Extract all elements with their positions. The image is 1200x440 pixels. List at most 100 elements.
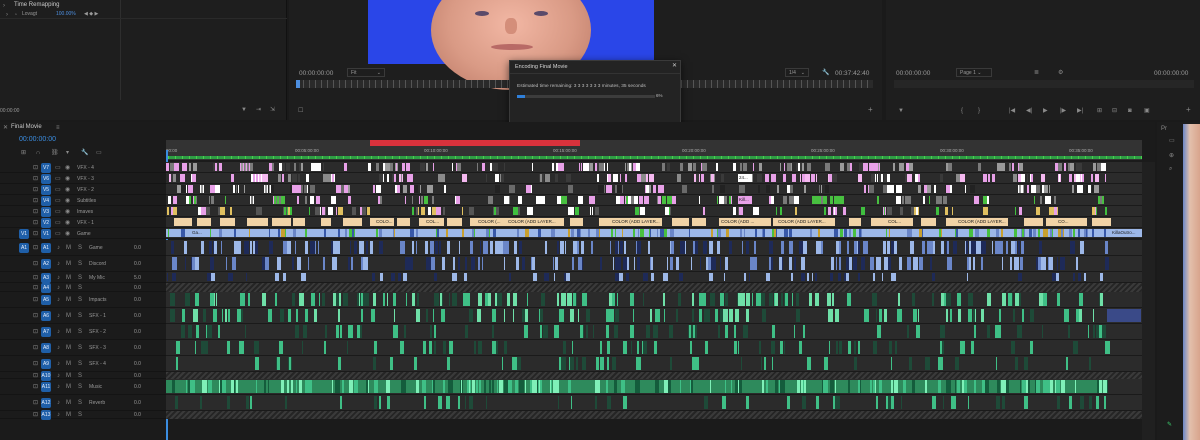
- clip[interactable]: [297, 174, 301, 182]
- sequence-name[interactable]: Final Movie: [11, 124, 42, 130]
- track-target-a6[interactable]: A6: [41, 311, 51, 321]
- clip[interactable]: [469, 241, 474, 254]
- clip[interactable]: [225, 196, 227, 204]
- clip[interactable]: [469, 207, 474, 215]
- clip[interactable]: [290, 185, 293, 193]
- clip[interactable]: [469, 309, 474, 322]
- clip[interactable]: [663, 273, 668, 281]
- clip[interactable]: [579, 325, 583, 338]
- clip[interactable]: [871, 218, 888, 226]
- clip[interactable]: [754, 257, 758, 270]
- clip[interactable]: COL...: [886, 218, 906, 226]
- clip[interactable]: [1022, 309, 1025, 322]
- source-patch-v1[interactable]: V1: [19, 228, 29, 239]
- clip[interactable]: [712, 185, 714, 193]
- clip[interactable]: [760, 293, 766, 306]
- clip[interactable]: [621, 229, 624, 237]
- clip[interactable]: [807, 273, 810, 281]
- clip[interactable]: [907, 174, 912, 182]
- clip[interactable]: [1020, 257, 1023, 270]
- clip[interactable]: [255, 380, 258, 393]
- clip[interactable]: [692, 163, 697, 171]
- undefined[interactable]: 24...: [166, 173, 1142, 184]
- clip[interactable]: [572, 293, 576, 306]
- clip[interactable]: [1057, 163, 1062, 171]
- clip[interactable]: [432, 309, 435, 322]
- clip[interactable]: [492, 229, 496, 237]
- clip[interactable]: [545, 174, 551, 182]
- clip[interactable]: [904, 174, 908, 182]
- clip[interactable]: [335, 380, 340, 393]
- clip[interactable]: [514, 357, 518, 370]
- clip[interactable]: [433, 380, 436, 393]
- clip[interactable]: [1093, 309, 1095, 322]
- mic-icon[interactable]: ♪: [57, 285, 60, 291]
- clip[interactable]: [630, 341, 632, 354]
- clip[interactable]: [322, 293, 325, 306]
- clip[interactable]: [932, 273, 935, 281]
- clip[interactable]: [1093, 325, 1096, 338]
- clip[interactable]: [793, 257, 796, 270]
- clip[interactable]: [1039, 196, 1043, 204]
- clip[interactable]: [698, 196, 700, 204]
- pen-icon[interactable]: ✎: [1167, 422, 1172, 428]
- clip[interactable]: [498, 380, 504, 393]
- clip[interactable]: [425, 163, 429, 171]
- clip[interactable]: [817, 229, 821, 237]
- clip[interactable]: [704, 396, 709, 409]
- clip[interactable]: [899, 185, 901, 193]
- clip[interactable]: [883, 241, 885, 254]
- lock-icon[interactable]: ⊡: [33, 384, 38, 390]
- clip[interactable]: [403, 273, 408, 281]
- clip[interactable]: [403, 185, 408, 193]
- clip[interactable]: [464, 257, 468, 270]
- clip[interactable]: [639, 207, 646, 215]
- clip[interactable]: [820, 185, 822, 193]
- clip[interactable]: [655, 309, 661, 322]
- settings-icon[interactable]: ⚙: [1058, 70, 1063, 76]
- mic-icon[interactable]: ♪: [57, 245, 60, 251]
- marker-icon[interactable]: ▾: [66, 150, 69, 156]
- clip[interactable]: [733, 325, 736, 338]
- clip[interactable]: [1091, 218, 1111, 226]
- clip[interactable]: [392, 293, 395, 306]
- timeline-timecode[interactable]: 00:00:00:00: [19, 136, 56, 143]
- clip[interactable]: [324, 325, 328, 338]
- clip[interactable]: [766, 273, 770, 281]
- clip[interactable]: [538, 380, 541, 393]
- clip[interactable]: [681, 185, 687, 193]
- clip[interactable]: [591, 207, 594, 215]
- clip[interactable]: [262, 174, 268, 182]
- clip[interactable]: [844, 273, 847, 281]
- clip[interactable]: [676, 257, 680, 270]
- clip[interactable]: [1039, 241, 1042, 254]
- clip[interactable]: [590, 241, 593, 254]
- clip[interactable]: [504, 380, 508, 393]
- clip[interactable]: [510, 185, 516, 193]
- clip[interactable]: [823, 207, 826, 215]
- clip[interactable]: [479, 241, 482, 254]
- clip[interactable]: [828, 309, 833, 322]
- clip[interactable]: [512, 293, 517, 306]
- clip[interactable]: [1079, 241, 1084, 254]
- clip[interactable]: [579, 163, 582, 171]
- clip[interactable]: [595, 396, 598, 409]
- clip[interactable]: [878, 380, 883, 393]
- clip[interactable]: [770, 174, 777, 182]
- track-target-a8[interactable]: A8: [41, 343, 51, 353]
- clip[interactable]: [596, 357, 600, 370]
- clip[interactable]: [390, 357, 394, 370]
- clip[interactable]: [667, 380, 672, 393]
- clip[interactable]: [680, 163, 683, 171]
- sync-lock-icon[interactable]: ▭: [55, 165, 61, 171]
- clip[interactable]: [235, 380, 238, 393]
- clip[interactable]: [231, 273, 234, 281]
- clip[interactable]: [687, 163, 692, 171]
- clip[interactable]: [676, 309, 678, 322]
- clip[interactable]: [554, 273, 556, 281]
- clip[interactable]: [692, 218, 706, 226]
- clip[interactable]: [625, 163, 627, 171]
- clip[interactable]: [304, 309, 309, 322]
- clip[interactable]: [969, 185, 976, 193]
- clip[interactable]: [875, 309, 878, 322]
